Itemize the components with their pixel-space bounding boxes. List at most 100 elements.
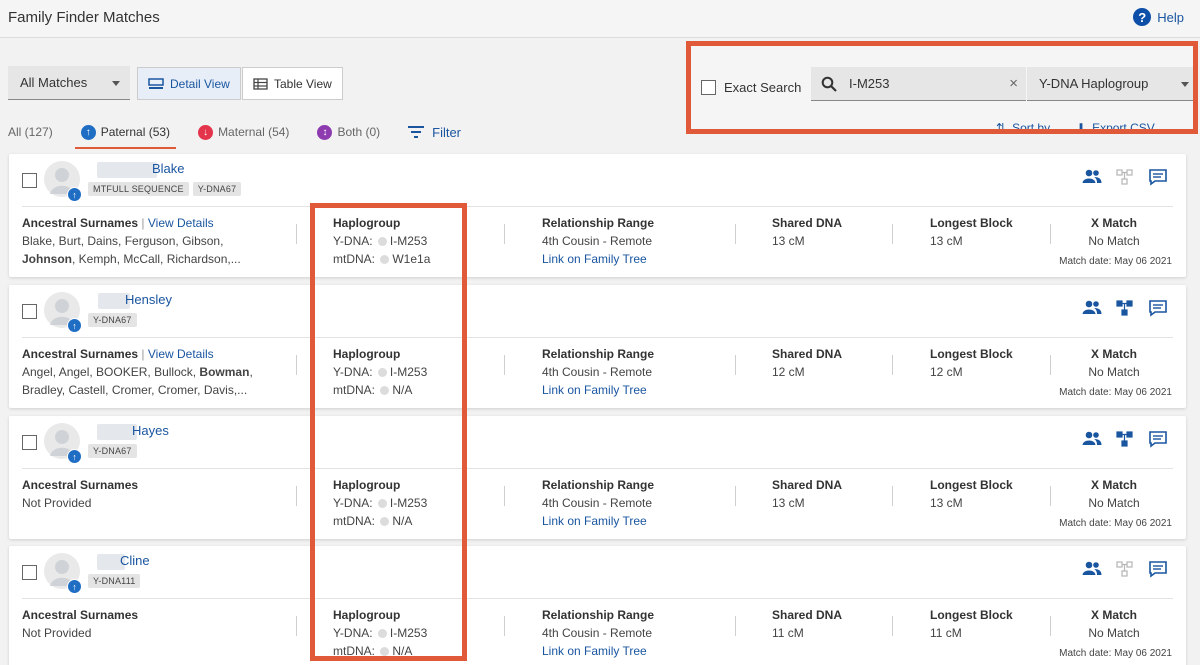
test-tags: Y-DNA67: [88, 444, 137, 458]
surnames-heading: Ancestral Surnames: [22, 347, 139, 361]
column-separator: [735, 355, 736, 375]
shared-dna-column: Shared DNA 13 cM: [772, 214, 842, 250]
exact-search-checkbox[interactable]: Exact Search: [701, 80, 801, 95]
longest-block-column: Longest Block 13 cM: [930, 476, 1013, 512]
tab-paternal-label: Paternal (53): [100, 125, 171, 139]
avatar[interactable]: ↑: [44, 292, 82, 333]
search-input[interactable]: I-M253 ×: [811, 67, 1026, 101]
exact-search-label: Exact Search: [724, 80, 802, 95]
ydna-label: Y-DNA:: [333, 234, 373, 248]
avatar[interactable]: ↑: [44, 161, 82, 202]
column-separator: [735, 486, 736, 506]
view-details-link[interactable]: View Details: [148, 216, 214, 230]
longest-block-heading: Longest Block: [930, 347, 1013, 361]
people-icon[interactable]: [1082, 430, 1102, 448]
haplogroup-column: Haplogroup Y-DNA: I-M253 mtDNA: N/A: [333, 606, 427, 660]
relationship-value: 4th Cousin - Remote: [542, 496, 653, 510]
detail-view-button[interactable]: Detail View: [137, 67, 241, 100]
message-icon[interactable]: [1148, 430, 1168, 448]
match-card: ↑ Hayes Y-DNA67 Ancestral Surnames Not P…: [9, 416, 1186, 539]
paternal-icon: ↑: [67, 187, 82, 202]
match-name[interactable]: Hayes: [132, 423, 169, 438]
match-checkbox[interactable]: [22, 173, 37, 188]
search-value: I-M253: [849, 76, 890, 91]
shared-dna-heading: Shared DNA: [772, 478, 843, 492]
longest-block-value: 13 cM: [930, 234, 963, 248]
family-tree-link[interactable]: Link on Family Tree: [542, 252, 647, 266]
redacted-first-name: [97, 424, 137, 440]
mtdna-label: mtDNA:: [333, 252, 375, 266]
close-icon[interactable]: ×: [1009, 75, 1018, 92]
family-tree-link[interactable]: Link on Family Tree: [542, 514, 647, 528]
shared-dna-column: Shared DNA 11 cM: [772, 606, 842, 642]
family-tree-link[interactable]: Link on Family Tree: [542, 644, 647, 658]
paternal-icon: ↑: [67, 579, 82, 594]
sort-button[interactable]: ⇅ Sort by: [996, 121, 1050, 129]
match-date-value: May 06 2021: [1114, 518, 1172, 529]
mtdna-value: N/A: [392, 383, 413, 397]
haplogroup-heading: Haplogroup: [333, 216, 401, 230]
family-tree-link[interactable]: Link on Family Tree: [542, 383, 647, 397]
mtdna-row: mtDNA: N/A: [333, 642, 427, 660]
message-icon[interactable]: [1148, 299, 1168, 317]
match-name[interactable]: Hensley: [125, 292, 172, 307]
download-icon: ⬇: [1076, 121, 1087, 134]
tab-maternal[interactable]: ↓ Maternal (54): [198, 118, 289, 146]
longest-block-value: 11 cM: [930, 626, 962, 640]
haplogroup-column: Haplogroup Y-DNA: I-M253 mtDNA: N/A: [333, 345, 427, 399]
shared-dna-column: Shared DNA 12 cM: [772, 345, 842, 381]
family-tree-icon[interactable]: [1115, 560, 1135, 578]
avatar[interactable]: ↑: [44, 553, 82, 594]
mtdna-label: mtDNA:: [333, 383, 375, 397]
column-separator: [735, 616, 736, 636]
column-separator: [504, 224, 505, 244]
family-tree-icon[interactable]: [1115, 168, 1135, 186]
match-name[interactable]: Cline: [120, 553, 150, 568]
help-button[interactable]: ? Help: [1133, 8, 1184, 26]
longest-block-column: Longest Block 11 cM: [930, 606, 1013, 642]
surnames-value: Not Provided: [22, 626, 92, 640]
mtdna-value: N/A: [392, 644, 413, 658]
haplogroup-dot-icon: [380, 386, 390, 395]
ydna-row: Y-DNA: I-M253: [333, 232, 430, 250]
column-separator: [892, 355, 893, 375]
tab-all[interactable]: All (127): [8, 118, 53, 146]
card-actions: [1082, 299, 1168, 317]
tab-maternal-label: Maternal (54): [218, 125, 290, 139]
tab-both[interactable]: ↕ Both (0): [317, 118, 380, 146]
export-label: Export CSV: [1092, 121, 1155, 134]
people-icon[interactable]: [1082, 168, 1102, 186]
people-icon[interactable]: [1082, 299, 1102, 317]
match-type-select[interactable]: All Matches: [8, 66, 130, 100]
surnames-line: Bradley, Castell, Cromer, Cromer, Davis,…: [22, 383, 248, 397]
x-match-column: X Match No Match: [1069, 606, 1159, 642]
message-icon[interactable]: [1148, 168, 1168, 186]
longest-block-heading: Longest Block: [930, 608, 1013, 622]
relationship-column: Relationship Range 4th Cousin - Remote L…: [542, 606, 654, 660]
haplogroup-column: Haplogroup Y-DNA: I-M253 mtDNA: W1e1a: [333, 214, 430, 268]
people-icon[interactable]: [1082, 560, 1102, 578]
haplogroup-heading: Haplogroup: [333, 347, 401, 361]
test-tags: MTFULL SEQUENCE Y-DNA67: [88, 182, 242, 196]
match-checkbox[interactable]: [22, 435, 37, 450]
avatar[interactable]: ↑: [44, 423, 82, 464]
match-date-label: Match date:: [1059, 518, 1112, 529]
filter-button[interactable]: Filter: [408, 125, 461, 140]
search-type-select[interactable]: Y-DNA Haplogroup: [1027, 67, 1193, 101]
column-separator: [296, 486, 297, 506]
family-tree-icon[interactable]: [1115, 430, 1135, 448]
family-tree-icon[interactable]: [1115, 299, 1135, 317]
table-view-button[interactable]: Table View: [242, 67, 343, 100]
shared-dna-value: 12 cM: [772, 365, 805, 379]
view-details-link[interactable]: View Details: [148, 347, 214, 361]
match-name[interactable]: Blake: [152, 161, 185, 176]
match-checkbox[interactable]: [22, 304, 37, 319]
export-csv-button[interactable]: ⬇ Export CSV: [1076, 121, 1155, 134]
tab-paternal[interactable]: ↑ Paternal (53): [74, 118, 177, 149]
match-date-value: May 06 2021: [1114, 387, 1172, 398]
checkbox[interactable]: [701, 80, 716, 95]
match-date-label: Match date:: [1059, 256, 1112, 267]
message-icon[interactable]: [1148, 560, 1168, 578]
match-checkbox[interactable]: [22, 565, 37, 580]
x-match-heading: X Match: [1090, 216, 1137, 230]
